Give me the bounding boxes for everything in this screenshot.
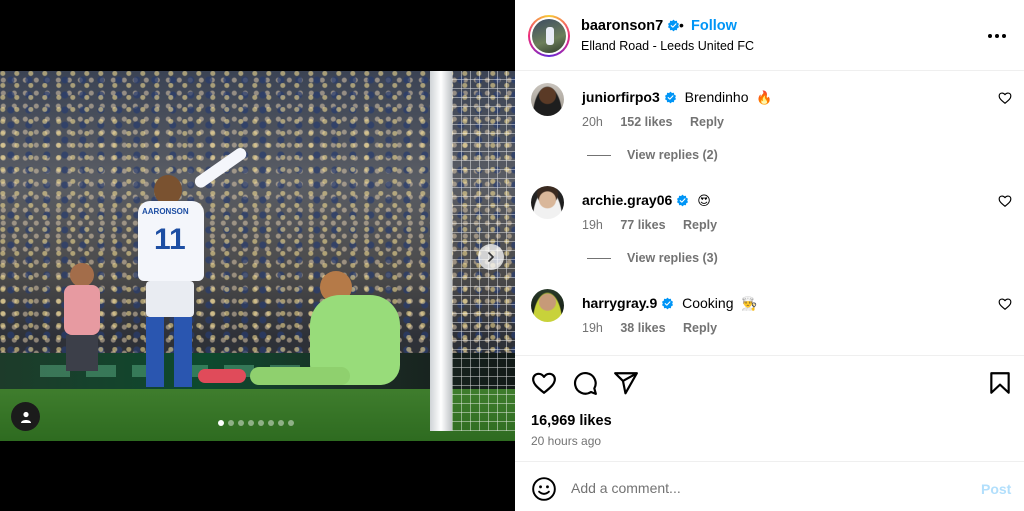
carousel-indicator: [218, 420, 294, 426]
post-details-panel: baaronson7 • Follow Elland Road - Leeds …: [515, 0, 1024, 511]
carousel-dot: [248, 420, 254, 426]
celebrating-player: 11 AARONSON: [132, 171, 212, 391]
heart-icon[interactable]: [998, 297, 1012, 311]
jersey-number: 11: [154, 223, 186, 256]
comment-line: archie.gray06 😍: [582, 192, 711, 209]
post-actions: 16,969 likes 20 hours ago: [515, 355, 1024, 465]
comment-meta: 20h 152 likes Reply: [582, 115, 738, 129]
commenter-avatar[interactable]: [531, 289, 564, 322]
bookmark-icon[interactable]: [987, 370, 1013, 396]
commenter-username[interactable]: juniorfirpo3: [582, 89, 660, 105]
follow-button[interactable]: Follow: [691, 18, 737, 34]
celebrating-fan: [50, 261, 110, 371]
carousel-dot: [218, 420, 224, 426]
carousel-dot: [268, 420, 274, 426]
comment-text: Cooking: [682, 295, 734, 311]
comment-input[interactable]: [571, 475, 951, 501]
view-replies-label[interactable]: View replies (2): [627, 148, 718, 162]
author-username-text[interactable]: baaronson7: [581, 18, 663, 34]
comment-likes[interactable]: 152 likes: [620, 115, 672, 129]
verified-badge-icon: [664, 91, 676, 104]
heart-icon[interactable]: [531, 370, 557, 396]
comment-likes[interactable]: 38 likes: [620, 321, 665, 335]
jersey-name: AARONSON: [142, 207, 189, 216]
post-media: 11 AARONSON: [0, 0, 515, 511]
view-replies-label[interactable]: View replies (3): [627, 251, 718, 265]
carousel-dot: [238, 420, 244, 426]
heart-eyes-emoji: 😍: [697, 193, 711, 208]
commenter-avatar[interactable]: [531, 186, 564, 219]
view-replies-button[interactable]: View replies (2): [587, 148, 718, 162]
comment-meta: 19h 38 likes Reply: [582, 321, 731, 335]
fire-emoji: 🔥: [756, 90, 773, 105]
comment-meta: 19h 77 likes Reply: [582, 218, 731, 232]
author-username[interactable]: baaronson7: [581, 18, 680, 34]
comment-line: harrygray.9 Cooking 👨‍🍳: [582, 295, 758, 312]
comment-text: Brendinho: [684, 89, 749, 105]
commenter-username[interactable]: harrygray.9: [582, 295, 657, 311]
share-icon[interactable]: [613, 370, 639, 396]
heart-icon[interactable]: [998, 194, 1012, 208]
comment-age: 19h: [582, 218, 603, 232]
goalkeeper: [198, 271, 410, 391]
carousel-dot: [288, 420, 294, 426]
like-count[interactable]: 16,969 likes: [531, 413, 612, 429]
comment-age: 20h: [582, 115, 603, 129]
comment-composer: Post: [515, 461, 1024, 511]
verified-badge-icon: [662, 297, 674, 310]
more-options-icon[interactable]: [985, 24, 1009, 48]
comment-likes[interactable]: 77 likes: [620, 218, 665, 232]
carousel-next-button[interactable]: [478, 244, 504, 270]
post-photo[interactable]: 11 AARONSON: [0, 71, 515, 441]
author-avatar[interactable]: [528, 15, 570, 57]
post-location[interactable]: Elland Road - Leeds United FC: [581, 39, 754, 53]
replies-divider: [587, 155, 611, 157]
header-separator: •: [679, 17, 684, 33]
carousel-dot: [278, 420, 284, 426]
chef-emoji: 👨‍🍳: [741, 296, 758, 311]
user-tag-button[interactable]: [11, 402, 40, 431]
comment-item: archie.gray06 😍 19h 77 likes Reply: [515, 186, 1024, 246]
reply-button[interactable]: Reply: [690, 115, 724, 129]
emoji-icon[interactable]: [531, 476, 557, 502]
chevron-right-icon: [488, 252, 494, 262]
post-comment-button[interactable]: Post: [981, 481, 1011, 497]
commenter-username[interactable]: archie.gray06: [582, 192, 672, 208]
heart-icon[interactable]: [998, 91, 1012, 105]
comment-line: juniorfirpo3 Brendinho 🔥: [582, 89, 773, 106]
carousel-dot: [258, 420, 264, 426]
post-header: baaronson7 • Follow Elland Road - Leeds …: [515, 0, 1024, 71]
comment-item: harrygray.9 Cooking 👨‍🍳 19h 38 likes Rep…: [515, 289, 1024, 349]
comment-item: juniorfirpo3 Brendinho 🔥 20h 152 likes R…: [515, 83, 1024, 143]
comment-icon[interactable]: [572, 370, 598, 396]
comment-age: 19h: [582, 321, 603, 335]
replies-divider: [587, 258, 611, 260]
goal-post: [430, 71, 452, 431]
carousel-dot: [228, 420, 234, 426]
view-replies-button[interactable]: View replies (3): [587, 251, 718, 265]
user-tag-icon: [20, 411, 31, 423]
verified-badge-icon: [677, 194, 689, 207]
reply-button[interactable]: Reply: [683, 218, 717, 232]
post-timestamp[interactable]: 20 hours ago: [531, 434, 601, 448]
reply-button[interactable]: Reply: [683, 321, 717, 335]
commenter-avatar[interactable]: [531, 83, 564, 116]
